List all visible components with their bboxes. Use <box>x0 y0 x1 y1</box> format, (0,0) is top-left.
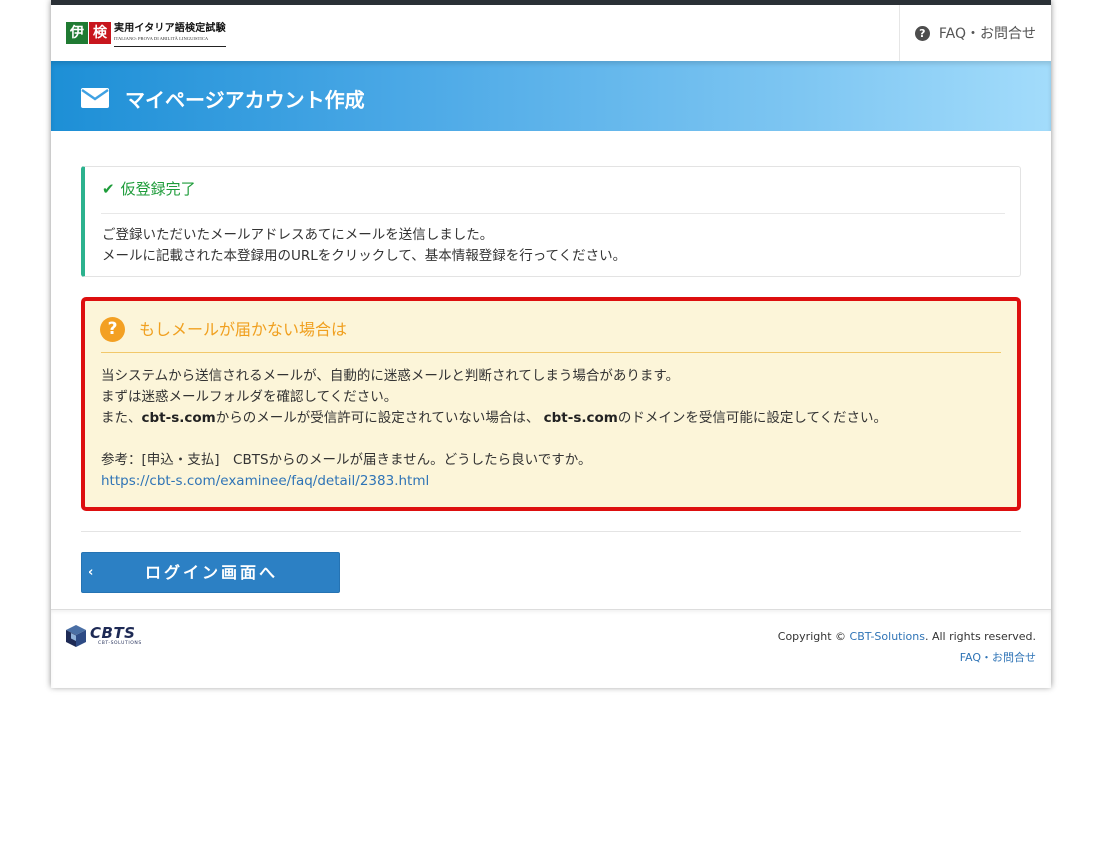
success-panel: ✔ 仮登録完了 ご登録いただいたメールアドレスあてにメールを送信しました。 メー… <box>81 166 1021 277</box>
question-circle-icon: ? <box>914 25 930 41</box>
copyright: Copyright © CBT-Solutions. All rights re… <box>778 629 1036 645</box>
email-not-received-panel: ? もしメールが届かない場合は 当システムから送信されるメールが、自動的に迷惑メ… <box>81 297 1021 511</box>
warning-message: 当システムから送信されるメールが、自動的に迷惑メールと判断されてしまう場合があり… <box>101 366 887 492</box>
success-line: メールに記載された本登録用のURLをクリックして、基本情報登録を行ってください。 <box>102 248 627 264</box>
faq-contact-link[interactable]: ? FAQ・お問合せ <box>899 5 1051 61</box>
logo-mark-left: 伊 <box>66 22 88 44</box>
success-message: ご登録いただいたメールアドレスあてにメールを送信しました。 メールに記載された本… <box>102 225 626 267</box>
logo-title: 実用イタリア語検定試験 <box>114 23 226 34</box>
logo-text: 実用イタリア語検定試験 ITALIANO: PROVA DI ABILITÀ L… <box>114 22 226 47</box>
footer-faq-link[interactable]: FAQ・お問合せ <box>960 651 1036 664</box>
faq-reference-link[interactable]: https://cbt-s.com/examinee/faq/detail/23… <box>101 473 429 489</box>
warning-line-domains: また、cbt-s.comからのメールが受信許可に設定されていない場合は、 cbt… <box>101 408 887 429</box>
cube-icon <box>66 625 86 647</box>
cbt-solutions-link[interactable]: CBT-Solutions <box>850 630 925 643</box>
warning-text: のドメインを受信可能に設定してください。 <box>617 410 888 426</box>
cbts-logo[interactable]: CBTS CBT-SOLUTIONS <box>65 624 142 648</box>
question-circle-icon: ? <box>100 317 125 342</box>
warning-text: からのメールが受信許可に設定されていない場合は、 <box>215 410 544 426</box>
domain-text: cbt-s.com <box>141 410 216 426</box>
success-divider <box>101 213 1005 214</box>
warning-heading: ? もしメールが届かない場合は <box>100 317 347 342</box>
warning-line: 当システムから送信されるメールが、自動的に迷惑メールと判断されてしまう場合があり… <box>101 368 680 384</box>
page-container: 伊 検 実用イタリア語検定試験 ITALIANO: PROVA DI ABILI… <box>51 0 1051 688</box>
faq-contact-label: FAQ・お問合せ <box>938 26 1036 42</box>
success-title: 仮登録完了 <box>120 180 196 198</box>
reference-text: 参考：[申込・支払] CBTSからのメールが届きません。どうしたら良いですか。 <box>101 452 592 468</box>
login-screen-button[interactable]: ‹ ログイン画面へ <box>81 552 340 593</box>
section-divider <box>81 531 1021 532</box>
success-line: ご登録いただいたメールアドレスあてにメールを送信しました。 <box>102 227 494 243</box>
warning-line: まずは迷惑メールフォルダを確認してください。 <box>101 389 398 405</box>
footer: CBTS CBT-SOLUTIONS Copyright © CBT-Solut… <box>51 609 1051 688</box>
check-icon: ✔ <box>102 180 115 198</box>
header: 伊 検 実用イタリア語検定試験 ITALIANO: PROVA DI ABILI… <box>51 5 1051 61</box>
warning-text: また、 <box>101 410 142 426</box>
logo-subtitle: ITALIANO: PROVA DI ABILITÀ LINGUISTICA <box>114 36 209 41</box>
envelope-icon <box>81 88 109 108</box>
domain-text: cbt-s.com <box>543 410 618 426</box>
page-title: マイページアカウント作成 <box>125 88 365 112</box>
footer-logo-title: CBTS <box>90 624 136 642</box>
footer-logo-subtitle: CBT-SOLUTIONS <box>98 641 142 646</box>
login-button-label: ログイン画面へ <box>144 563 278 582</box>
success-heading: ✔ 仮登録完了 <box>102 179 196 199</box>
warning-title: もしメールが届かない場合は <box>139 319 348 339</box>
warning-divider <box>101 352 1001 353</box>
logo-mark-right: 検 <box>89 22 111 44</box>
footer-logo-text: CBTS CBT-SOLUTIONS <box>90 625 142 647</box>
page-banner: マイページアカウント作成 <box>51 61 1051 131</box>
copyright-suffix: . All rights reserved. <box>924 630 1036 643</box>
site-logo[interactable]: 伊 検 実用イタリア語検定試験 ITALIANO: PROVA DI ABILI… <box>66 22 226 47</box>
copyright-prefix: Copyright © <box>777 630 850 643</box>
